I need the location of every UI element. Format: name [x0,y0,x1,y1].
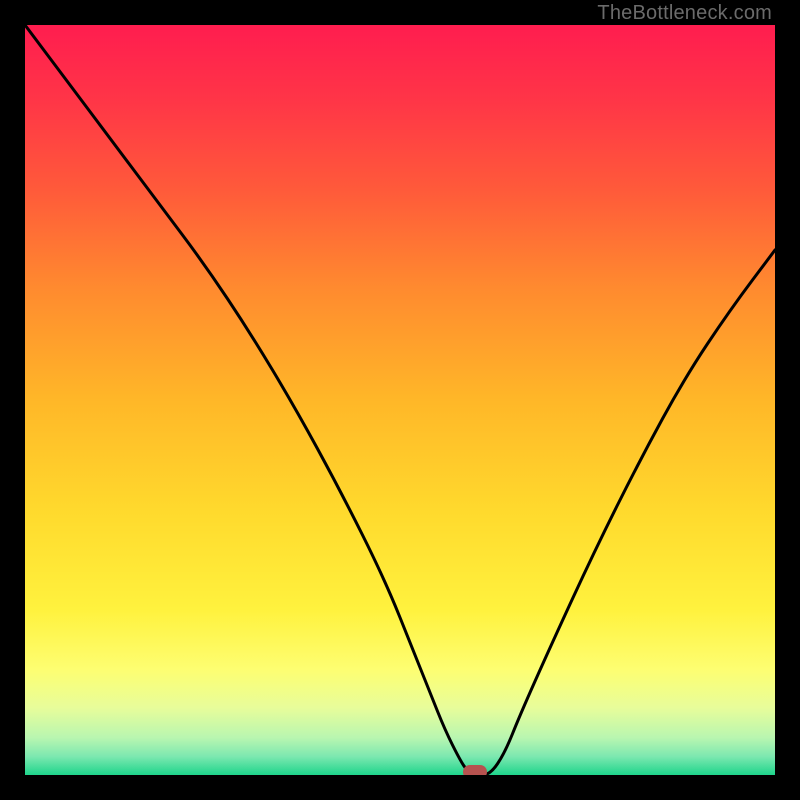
chart-background [25,25,775,775]
chart-frame [25,25,775,775]
watermark-text: TheBottleneck.com [597,2,772,25]
optimum-marker [463,765,487,775]
bottleneck-chart [25,25,775,775]
